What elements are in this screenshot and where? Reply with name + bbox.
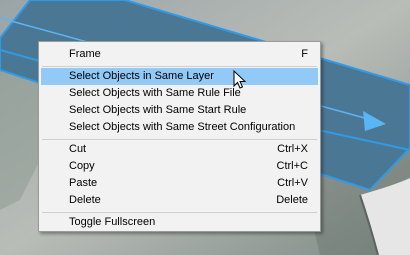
menu-item-label: Select Objects in Same Layer [69,70,214,82]
menu-item-label: Select Objects with Same Street Configur… [69,121,296,133]
menu-item-label: Cut [69,143,87,155]
menu-item-label: Delete [69,194,101,206]
menu-item-shortcut: Ctrl+X [277,143,308,155]
menu-item-select-same-start-rule[interactable]: Select Objects with Same Start Rule [41,102,318,119]
menu-item-copy[interactable]: Copy Ctrl+C [41,158,318,175]
menu-item-label: Copy [69,160,95,172]
menu-item-label: Frame [69,48,101,60]
menu-item-select-same-layer[interactable]: Select Objects in Same Layer [41,68,318,85]
menu-item-label: Toggle Fullscreen [69,216,156,228]
mouse-pointer-icon [233,70,247,89]
menu-item-label: Paste [69,177,98,189]
menu-item-delete[interactable]: Delete Delete [41,192,318,209]
menu-item-shortcut: Ctrl+V [277,177,308,189]
menu-item-shortcut: Ctrl+C [276,160,308,172]
menu-item-label: Select Objects with Same Rule File [69,87,241,99]
menu-item-frame[interactable]: Frame F [41,46,318,63]
menu-item-shortcut: F [301,48,308,60]
menu-item-select-same-rule-file[interactable]: Select Objects with Same Rule File [41,85,318,102]
menu-item-cut[interactable]: Cut Ctrl+X [41,141,318,158]
menu-separator [42,66,317,67]
menu-item-paste[interactable]: Paste Ctrl+V [41,175,318,192]
menu-separator [42,139,317,140]
menu-item-select-same-street-configuration[interactable]: Select Objects with Same Street Configur… [41,119,318,136]
menu-item-shortcut: Delete [276,194,308,206]
menu-separator [42,212,317,213]
menu-item-label: Select Objects with Same Start Rule [69,104,247,116]
context-menu: Frame F Select Objects in Same Layer Sel… [38,41,321,232]
menu-item-toggle-fullscreen[interactable]: Toggle Fullscreen [41,214,318,231]
